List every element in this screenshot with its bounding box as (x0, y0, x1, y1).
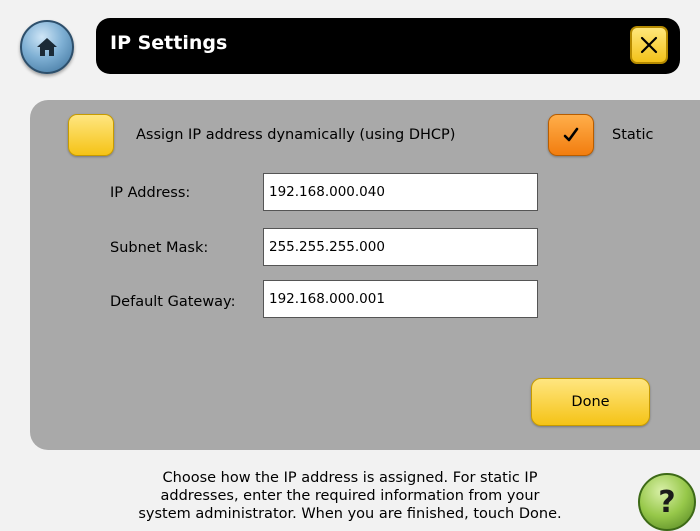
checkmark-icon (563, 127, 579, 142)
static-option-button[interactable] (548, 114, 594, 156)
default-gateway-label: Default Gateway: (110, 294, 236, 310)
ip-address-label: IP Address: (110, 185, 191, 201)
done-button[interactable]: Done (531, 378, 650, 426)
subnet-mask-label: Subnet Mask: (110, 240, 209, 256)
subnet-mask-input[interactable] (263, 228, 538, 266)
close-button[interactable] (630, 26, 668, 64)
page-title: IP Settings (110, 32, 228, 54)
help-text-line: system administrator. When you are finis… (138, 506, 562, 522)
close-icon (640, 36, 658, 54)
static-option-label: Static (612, 127, 654, 143)
help-icon: ? (658, 484, 676, 520)
help-text: Choose how the IP address is assigned. F… (90, 469, 610, 523)
settings-panel: Assign IP address dynamically (using DHC… (30, 100, 700, 450)
default-gateway-input[interactable] (263, 280, 538, 318)
dhcp-option-label: Assign IP address dynamically (using DHC… (136, 127, 456, 143)
title-bar: IP Settings (96, 18, 680, 74)
home-icon (37, 38, 57, 56)
help-button[interactable]: ? (638, 473, 696, 531)
ip-address-input[interactable] (263, 173, 538, 211)
help-text-line: addresses, enter the required informatio… (160, 488, 540, 504)
home-button[interactable] (20, 20, 74, 74)
dhcp-option-button[interactable] (68, 114, 114, 156)
help-text-line: Choose how the IP address is assigned. F… (162, 470, 538, 486)
